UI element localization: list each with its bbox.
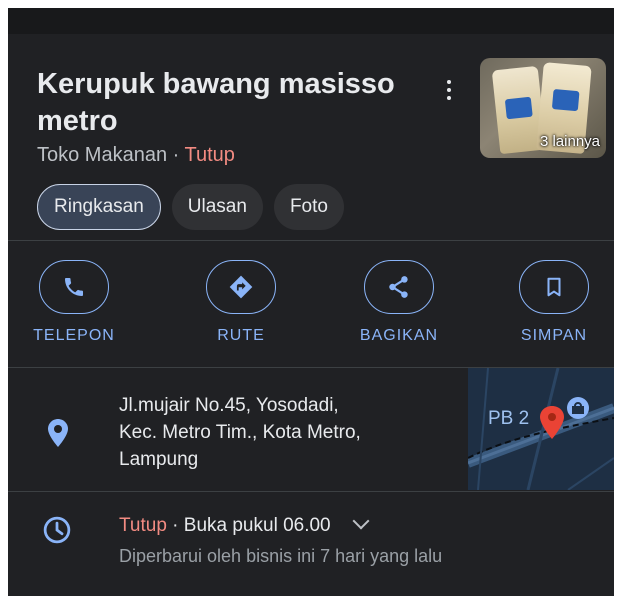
hours-summary[interactable]: Tutup · Buka pukul 06.00	[119, 512, 370, 537]
save-button[interactable]: SIMPAN	[494, 260, 614, 345]
divider	[8, 240, 614, 241]
hours-next-open: Buka pukul 06.00	[183, 515, 331, 536]
place-category: Toko Makanan	[37, 144, 168, 166]
share-button[interactable]: BAGIKAN	[339, 260, 459, 345]
chevron-down-icon[interactable]	[352, 512, 370, 530]
address-line: Jl.mujair No.45, Yosodadi,	[119, 395, 339, 416]
address-text: Jl.mujair No.45, Yosodadi, Kec. Metro Ti…	[119, 392, 449, 473]
tab-bar: Ringkasan Ulasan Foto	[37, 184, 355, 230]
tab-photos[interactable]: Foto	[273, 184, 344, 230]
more-options-button[interactable]	[438, 72, 460, 108]
share-icon	[389, 276, 408, 298]
place-title: Kerupuk bawang masisso metro	[37, 68, 395, 137]
tab-overview[interactable]: Ringkasan	[37, 184, 161, 230]
hours-updated-note: Diperbarui oleh bisnis ini 7 hari yang l…	[119, 546, 443, 566]
phone-icon	[65, 278, 83, 296]
hours-status: Tutup	[119, 515, 167, 536]
map-image: PB 2	[468, 368, 614, 490]
tab-reviews[interactable]: Ulasan	[171, 184, 263, 230]
address-line: Lampung	[119, 449, 199, 470]
address-line: Kec. Metro Tim., Kota Metro,	[119, 422, 361, 443]
place-subtitle: Toko Makanan · Tutup	[37, 144, 235, 167]
location-pin-icon	[48, 419, 68, 447]
directions-button[interactable]: RUTE	[181, 260, 301, 345]
call-label: TELEPON	[33, 327, 115, 344]
place-panel: Kerupuk bawang masisso metro Toko Makana…	[8, 8, 614, 596]
action-bar: TELEPON RUTE BAGIKAN SIMPAN	[8, 260, 614, 350]
top-strip	[8, 8, 614, 34]
share-label: BAGIKAN	[359, 327, 439, 344]
address-row[interactable]: Jl.mujair No.45, Yosodadi, Kec. Metro Ti…	[8, 368, 614, 490]
map-label: PB 2	[488, 408, 529, 429]
hours-row[interactable]: Tutup · Buka pukul 06.00 Diperbarui oleh…	[8, 491, 614, 596]
directions-icon	[229, 275, 253, 299]
clock-icon	[43, 516, 71, 544]
photo-thumbnail[interactable]: 3 lainnya	[480, 58, 606, 158]
subtitle-separator: ·	[167, 144, 185, 166]
hours-separator: ·	[166, 515, 184, 536]
save-label: SIMPAN	[520, 327, 588, 344]
directions-label: RUTE	[217, 327, 265, 344]
call-button[interactable]: TELEPON	[14, 260, 134, 345]
more-vert-icon	[447, 78, 451, 102]
open-status: Tutup	[184, 144, 235, 166]
photo-count-label: 3 lainnya	[539, 133, 600, 150]
bookmark-icon	[547, 277, 561, 297]
map-thumbnail[interactable]: PB 2	[468, 368, 614, 490]
